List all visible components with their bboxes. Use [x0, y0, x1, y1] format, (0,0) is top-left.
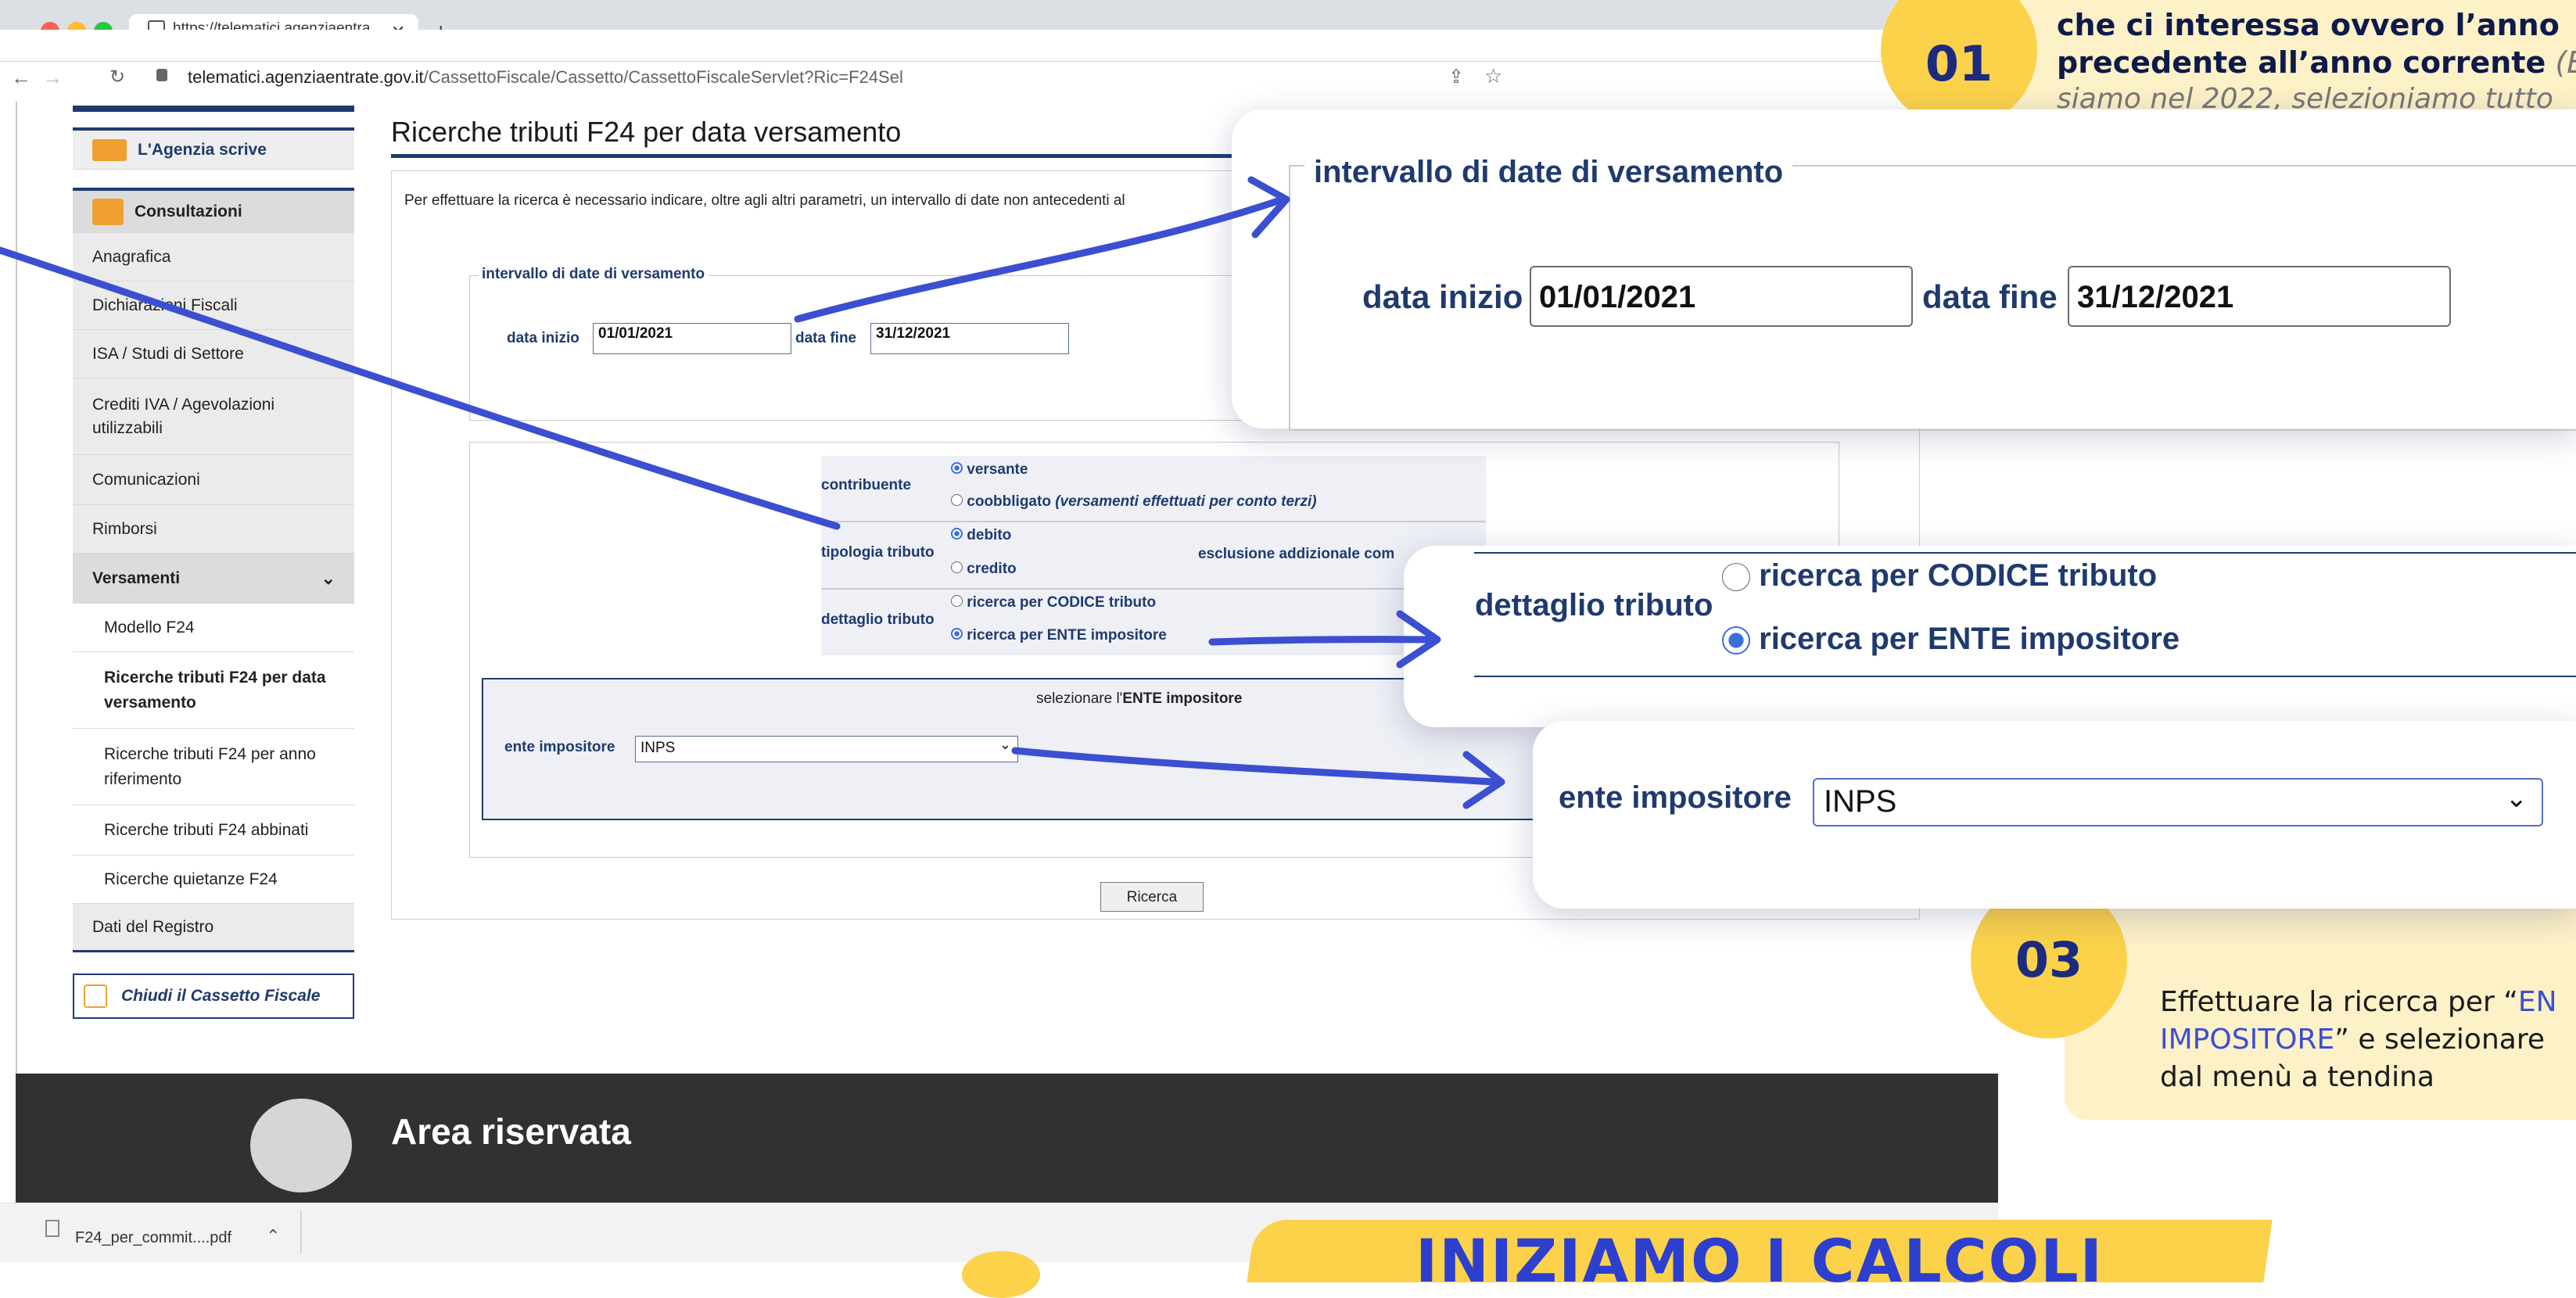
arrow-ente: [1011, 747, 1498, 786]
arrow-dates: [794, 195, 1286, 323]
annotation-arrows: [0, 176, 1505, 809]
arrow-contribuente: [0, 246, 841, 530]
arrow-dettaglio: [1208, 636, 1439, 646]
